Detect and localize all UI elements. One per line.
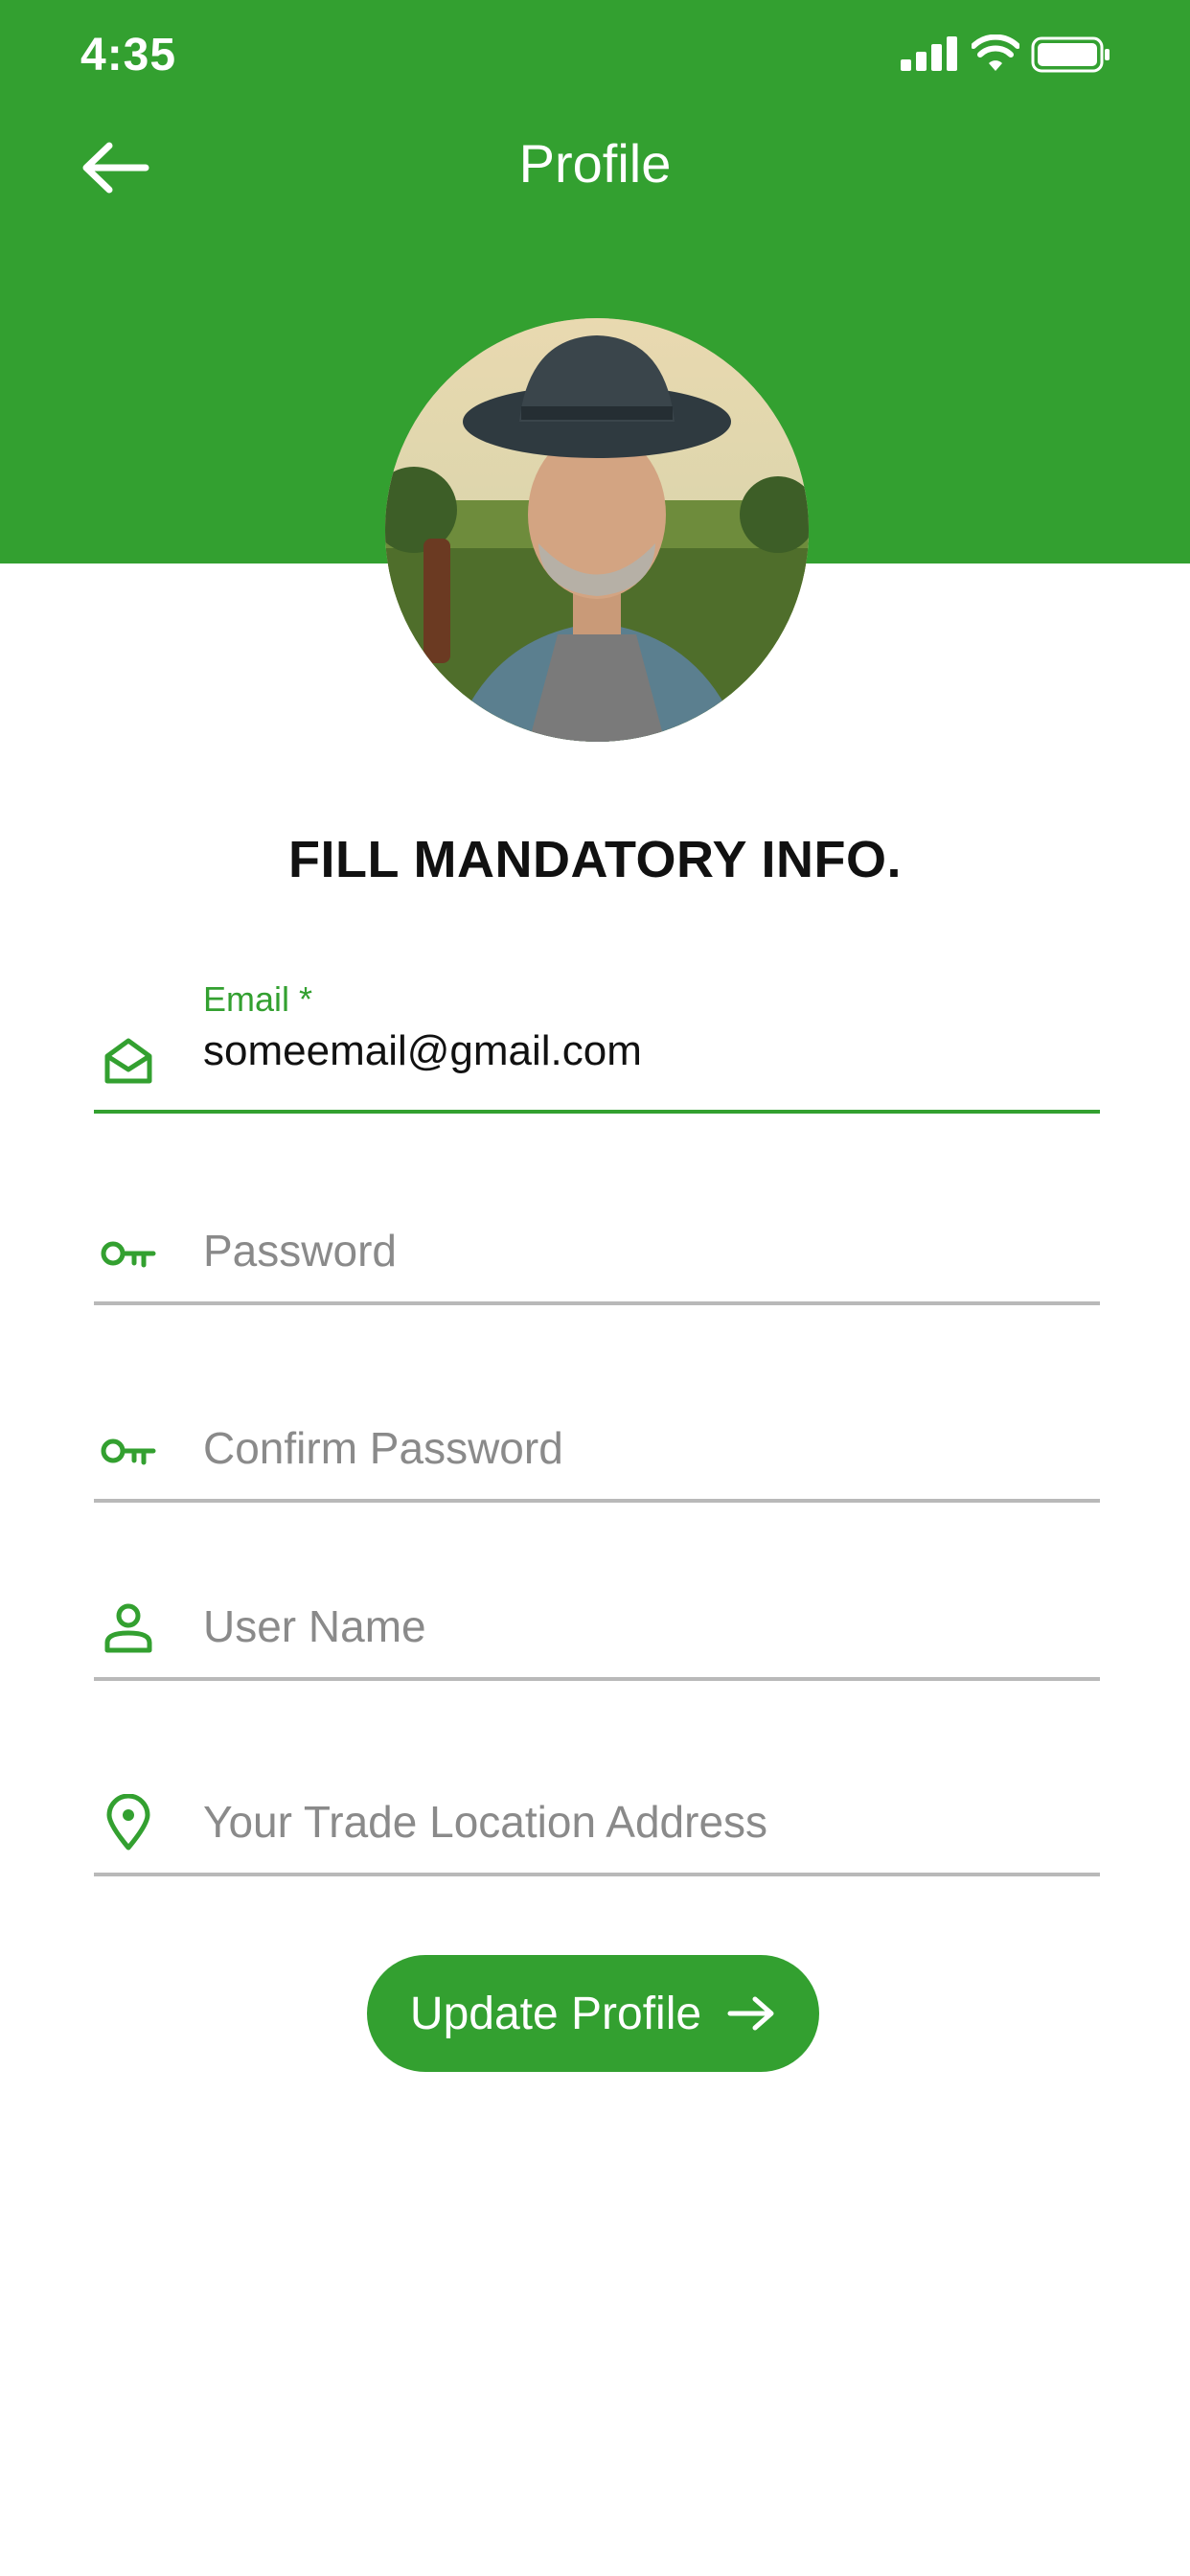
email-field[interactable]: Email * someemail@gmail.com [94,979,1100,1114]
key-icon [101,1241,156,1268]
user-name-field[interactable]: User Name [94,1572,1100,1681]
arrow-right-icon [727,1996,774,2031]
email-label: Email * [203,979,313,1019]
status-icons [901,34,1111,75]
wifi-icon [972,34,1019,71]
email-value[interactable]: someemail@gmail.com [203,1027,642,1075]
confirm-password-placeholder[interactable]: Confirm Password [203,1422,563,1474]
battery-icon [1031,36,1110,73]
user-icon [104,1603,152,1653]
status-time: 4:35 [80,30,177,80]
form-heading: FILL MANDATORY INFO. [288,831,902,888]
update-profile-button[interactable]: Update Profile [367,1955,819,2072]
trade-location-field[interactable]: Your Trade Location Address [94,1767,1100,1876]
update-profile-label: Update Profile [409,1988,702,2039]
password-placeholder[interactable]: Password [203,1225,397,1276]
password-field[interactable]: Password [94,1196,1100,1305]
location-pin-icon [106,1794,150,1851]
user-name-placeholder[interactable]: User Name [203,1600,426,1652]
page-title: Profile [518,133,672,194]
signal-icon [901,34,958,75]
key-icon [101,1438,156,1465]
avatar-photo [385,318,809,742]
confirm-password-field[interactable]: Confirm Password [94,1393,1100,1503]
trade-location-placeholder[interactable]: Your Trade Location Address [203,1796,767,1848]
envelope-icon [104,1038,152,1084]
profile-avatar[interactable] [385,318,809,742]
